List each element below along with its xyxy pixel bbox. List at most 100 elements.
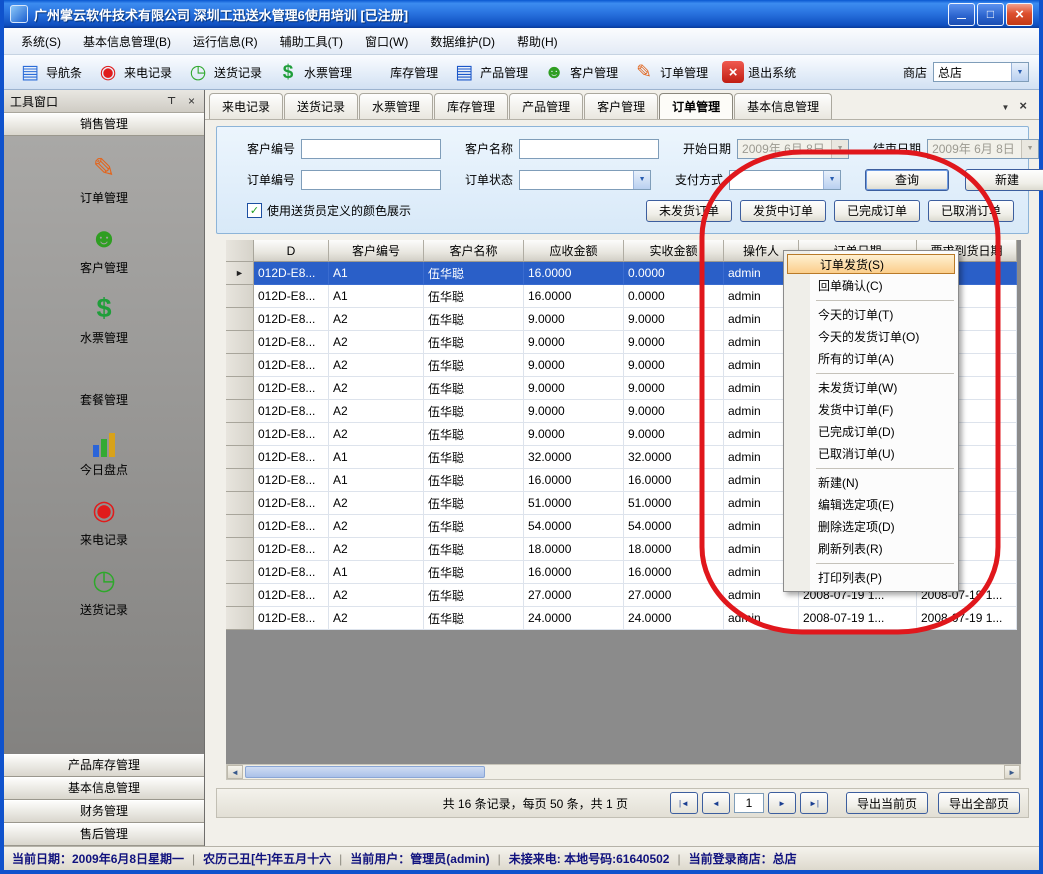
toolbar-button[interactable]: ▤导航条 bbox=[12, 58, 88, 86]
customer-name-input[interactable] bbox=[519, 139, 659, 159]
toolbar-button[interactable]: ✎订单管理 bbox=[626, 58, 714, 86]
tab-item[interactable]: 来电记录 bbox=[209, 93, 283, 119]
grid-cell[interactable]: A2 bbox=[329, 423, 424, 446]
toolbar-button[interactable]: ▤产品管理 bbox=[446, 58, 534, 86]
context-menu-item[interactable]: 发货中订单(F) bbox=[786, 399, 956, 421]
sidebar-item[interactable]: ◷送货记录 bbox=[4, 563, 204, 618]
toolbar-button[interactable]: ◷送货记录 bbox=[180, 58, 268, 86]
grid-cell[interactable]: 012D-E8... bbox=[254, 285, 329, 308]
menubar-item[interactable]: 帮助(H) bbox=[506, 29, 569, 54]
grid-cell[interactable]: 9.0000 bbox=[624, 308, 724, 331]
sidebar-group-button[interactable]: 产品库存管理 bbox=[4, 754, 204, 777]
payment-method-select[interactable] bbox=[729, 170, 841, 190]
context-menu-item[interactable]: 打印列表(P) bbox=[786, 567, 956, 589]
grid-cell[interactable]: 9.0000 bbox=[524, 377, 624, 400]
toolbar-button[interactable]: ◉来电记录 bbox=[90, 58, 178, 86]
minimize-icon[interactable] bbox=[948, 3, 975, 26]
sidebar-item[interactable]: 套餐管理 bbox=[4, 361, 204, 408]
grid-cell[interactable]: 9.0000 bbox=[524, 423, 624, 446]
grid-cell[interactable]: A2 bbox=[329, 354, 424, 377]
grid-cell[interactable]: A2 bbox=[329, 515, 424, 538]
grid-cell[interactable]: 伍华聪 bbox=[424, 607, 524, 630]
grid-cell[interactable]: 27.0000 bbox=[624, 584, 724, 607]
chevron-down-icon[interactable] bbox=[1021, 140, 1038, 158]
grid-cell[interactable]: 012D-E8... bbox=[254, 423, 329, 446]
end-date-picker[interactable]: 2009年 6月 8日 bbox=[927, 139, 1039, 159]
grid-cell[interactable]: 伍华聪 bbox=[424, 423, 524, 446]
context-menu-item[interactable]: 已完成订单(D) bbox=[786, 421, 956, 443]
sidebar-item[interactable]: ◉来电记录 bbox=[4, 493, 204, 548]
toolbar-button[interactable]: ×退出系统 bbox=[716, 59, 802, 85]
tab-item[interactable]: 库存管理 bbox=[434, 93, 508, 119]
grid-cell[interactable]: 16.0000 bbox=[524, 285, 624, 308]
grid-cell[interactable]: 9.0000 bbox=[524, 331, 624, 354]
grid-cell[interactable]: 伍华聪 bbox=[424, 331, 524, 354]
context-menu-item[interactable]: 今天的发货订单(O) bbox=[786, 326, 956, 348]
grid-column-header[interactable]: 实收金额 bbox=[624, 240, 724, 262]
grid-cell[interactable]: 伍华聪 bbox=[424, 538, 524, 561]
menubar-item[interactable]: 窗口(W) bbox=[354, 29, 419, 54]
grid-cell[interactable]: 32.0000 bbox=[624, 446, 724, 469]
grid-cell[interactable]: 伍华聪 bbox=[424, 400, 524, 423]
grid-cell[interactable]: A2 bbox=[329, 492, 424, 515]
pin-icon[interactable] bbox=[163, 93, 180, 110]
grid-cell[interactable]: 伍华聪 bbox=[424, 354, 524, 377]
grid-cell[interactable]: A2 bbox=[329, 331, 424, 354]
grid-cell[interactable]: 伍华聪 bbox=[424, 492, 524, 515]
grid-cell[interactable]: 9.0000 bbox=[624, 377, 724, 400]
grid-cell[interactable]: 9.0000 bbox=[624, 423, 724, 446]
sidebar-item[interactable]: $水票管理 bbox=[4, 291, 204, 346]
tab-item[interactable]: 水票管理 bbox=[359, 93, 433, 119]
page-number-input[interactable] bbox=[734, 793, 764, 813]
grid-cell[interactable]: 012D-E8... bbox=[254, 584, 329, 607]
grid-cell[interactable]: admin bbox=[724, 607, 799, 630]
grid-cell[interactable]: 18.0000 bbox=[524, 538, 624, 561]
grid-cell[interactable]: 2008-07-19 1... bbox=[799, 607, 917, 630]
grid-cell[interactable]: A1 bbox=[329, 469, 424, 492]
grid-cell[interactable]: 27.0000 bbox=[524, 584, 624, 607]
first-page-button[interactable] bbox=[670, 792, 698, 814]
order-status-select[interactable] bbox=[519, 170, 651, 190]
toolbar-button[interactable]: $水票管理 bbox=[270, 58, 358, 86]
grid-cell[interactable]: A2 bbox=[329, 377, 424, 400]
grid-cell[interactable]: A1 bbox=[329, 262, 424, 285]
order-status-filter-button[interactable]: 未发货订单 bbox=[646, 200, 732, 222]
context-menu-item[interactable]: 编辑选定项(E) bbox=[786, 494, 956, 516]
tab-scroll-down-icon[interactable] bbox=[1001, 99, 1009, 113]
scroll-left-icon[interactable] bbox=[227, 765, 243, 779]
delivery-color-checkbox[interactable] bbox=[247, 203, 262, 218]
context-menu-item[interactable]: 所有的订单(A) bbox=[786, 348, 956, 370]
menubar-item[interactable]: 系统(S) bbox=[10, 29, 72, 54]
export-all-pages-button[interactable]: 导出全部页 bbox=[938, 792, 1020, 814]
scroll-right-icon[interactable] bbox=[1004, 765, 1020, 779]
store-select[interactable]: 总店 bbox=[933, 62, 1029, 82]
grid-cell[interactable]: 32.0000 bbox=[524, 446, 624, 469]
context-menu-item[interactable]: 回单确认(C) bbox=[786, 275, 956, 297]
grid-cell[interactable]: 012D-E8... bbox=[254, 446, 329, 469]
grid-cell[interactable]: 012D-E8... bbox=[254, 607, 329, 630]
sidebar-group-button[interactable]: 售后管理 bbox=[4, 823, 204, 846]
grid-cell[interactable]: 012D-E8... bbox=[254, 354, 329, 377]
toolbar-button[interactable]: ☻客户管理 bbox=[536, 58, 624, 86]
grid-cell[interactable]: 9.0000 bbox=[624, 354, 724, 377]
chevron-down-icon[interactable] bbox=[633, 171, 650, 189]
tab-item[interactable]: 产品管理 bbox=[509, 93, 583, 119]
grid-cell[interactable]: A2 bbox=[329, 607, 424, 630]
grid-cell[interactable]: 012D-E8... bbox=[254, 515, 329, 538]
toolbar-button[interactable]: 库存管理 bbox=[360, 60, 444, 84]
context-menu-item[interactable]: 今天的订单(T) bbox=[786, 304, 956, 326]
grid-cell[interactable]: A2 bbox=[329, 308, 424, 331]
grid-cell[interactable]: 9.0000 bbox=[524, 354, 624, 377]
menubar-item[interactable]: 数据维护(D) bbox=[419, 29, 506, 54]
sidebar-item[interactable]: ✎订单管理 bbox=[4, 151, 204, 206]
context-menu-item[interactable]: 新建(N) bbox=[786, 472, 956, 494]
scrollbar-thumb[interactable] bbox=[245, 766, 485, 778]
grid-cell[interactable]: 51.0000 bbox=[624, 492, 724, 515]
grid-cell[interactable]: A2 bbox=[329, 400, 424, 423]
menubar-item[interactable]: 辅助工具(T) bbox=[269, 29, 354, 54]
sidebar-group-button[interactable]: 财务管理 bbox=[4, 800, 204, 823]
grid-cell[interactable]: 24.0000 bbox=[624, 607, 724, 630]
context-menu-item[interactable]: 刷新列表(R) bbox=[786, 538, 956, 560]
last-page-button[interactable] bbox=[800, 792, 828, 814]
grid-cell[interactable]: 9.0000 bbox=[624, 400, 724, 423]
